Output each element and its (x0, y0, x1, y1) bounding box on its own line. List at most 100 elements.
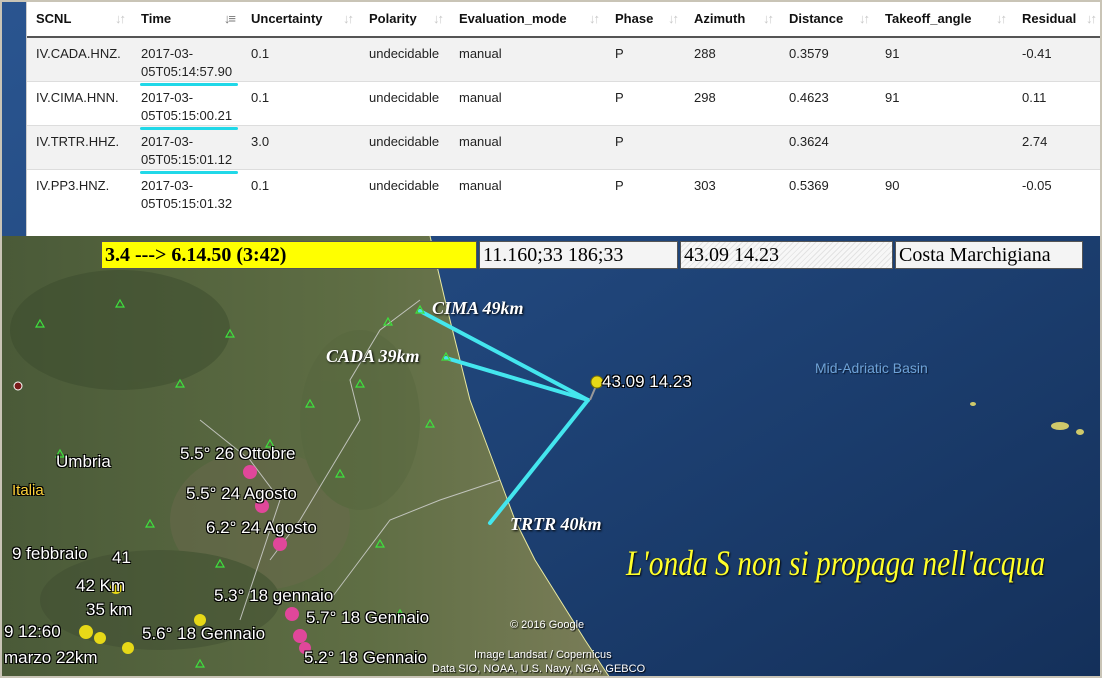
cell-polarity: undecidable (360, 36, 450, 82)
column-header-distance[interactable]: Distance ↓↑ (780, 0, 876, 38)
highlight-underline (140, 171, 239, 174)
table-header-row: SCNL ↓↑ Time ↓≡ Uncertainty ↓↑ Polarity ↓↑ E… (27, 0, 1102, 38)
table-row[interactable]: IV.TRTR.HHZ. 2017-03- 05T05:15:01.12 3.0 … (27, 125, 1102, 174)
cell-uncertainty: 0.1 (242, 36, 360, 82)
column-header-label: Distance (789, 10, 844, 26)
cell-uncertainty: 0.1 (242, 169, 360, 214)
cell-time: 2017-03- 05T05:15:01.12 (132, 125, 242, 174)
time-date: 2017-03- (141, 90, 194, 105)
highlight-underline (140, 83, 239, 86)
column-header-label: Takeoff_angle (885, 10, 972, 26)
sort-icon[interactable]: ↓↑ (589, 11, 600, 26)
column-header-phase[interactable]: Phase ↓↑ (606, 0, 685, 38)
quake-label: 6.2° 24 Agosto (206, 518, 317, 537)
column-header-azimuth[interactable]: Azimuth ↓↑ (685, 0, 780, 38)
cell-distance: 0.4623 (780, 81, 876, 126)
cell-azimuth: 298 (685, 81, 780, 126)
column-header-time[interactable]: Time ↓≡ (132, 0, 242, 38)
quake-label: 5.3° 18 gennaio (214, 586, 334, 605)
town-marker (13, 381, 23, 391)
column-header-label: Azimuth (694, 10, 746, 26)
cell-phase: P (606, 169, 685, 214)
sort-icon[interactable]: ↓↑ (763, 11, 774, 26)
column-header-residual[interactable]: Residual ↓↑ (1013, 0, 1102, 38)
sort-icon[interactable]: ↓↑ (859, 11, 870, 26)
quake-label: 5.5° 26 Ottobre (180, 444, 296, 463)
table-row[interactable]: IV.PP3.HNZ. 2017-03- 05T05:15:01.32 0.1 u… (27, 169, 1102, 214)
credit-google: © 2016 Google (510, 619, 585, 631)
cell-scnl: IV.CIMA.HNN. (27, 81, 132, 126)
station-label-trtr: TRTR 40km (510, 514, 602, 534)
cell-distance: 0.3624 (780, 125, 876, 170)
time-clock: 05T05:15:00.21 (141, 108, 233, 123)
column-header-polarity[interactable]: Polarity ↓↑ (360, 0, 450, 38)
quake-label: 5.2° 18 Gennaio (304, 648, 428, 667)
credit-image: Image Landsat / Copernicus (474, 649, 612, 661)
epicenter-label: 43.09 14.23 (602, 372, 692, 391)
infobar-mechanism: 11.160;33 186;33 (479, 241, 678, 269)
left-label: 9 12:60 (4, 622, 61, 641)
time-date: 2017-03- (141, 46, 194, 61)
cell-uncertainty: 3.0 (242, 125, 360, 170)
place-label-umbria: Umbria (56, 452, 111, 471)
place-label-basin: Mid-Adriatic Basin (815, 360, 928, 376)
sort-icon[interactable]: ↓↑ (115, 11, 126, 26)
cell-phase: P (606, 125, 685, 170)
quake-label: 5.5° 24 Agosto (186, 484, 297, 503)
column-header-label: Phase (615, 10, 654, 26)
cell-evaluation-mode: manual (450, 169, 606, 214)
cell-polarity: undecidable (360, 169, 450, 214)
sort-icon[interactable]: ↓↑ (343, 11, 354, 26)
cell-takeoff-angle: 91 (876, 36, 1013, 82)
left-label: marzo 22km (4, 648, 98, 667)
cell-scnl: IV.TRTR.HHZ. (27, 125, 132, 170)
column-header-evaluation-mode[interactable]: Evaluation_mode ↓↑ (450, 0, 606, 38)
cell-evaluation-mode: manual (450, 36, 606, 82)
cell-residual: 0.11 (1013, 81, 1102, 126)
cell-evaluation-mode: manual (450, 81, 606, 126)
sort-icon[interactable]: ↓↑ (1086, 11, 1097, 26)
column-header-scnl[interactable]: SCNL ↓↑ (27, 0, 132, 38)
sort-icon[interactable]: ↓↑ (433, 11, 444, 26)
time-date: 2017-03- (141, 134, 194, 149)
column-header-label: Uncertainty (251, 10, 323, 26)
sort-ascending-icon[interactable]: ↓≡ (224, 11, 236, 26)
cell-azimuth: 288 (685, 36, 780, 82)
column-header-label: Evaluation_mode (459, 10, 567, 26)
cell-takeoff-angle: 91 (876, 81, 1013, 126)
cell-distance: 0.3579 (780, 36, 876, 82)
cell-residual: -0.05 (1013, 169, 1102, 214)
cell-distance: 0.5369 (780, 169, 876, 214)
column-header-uncertainty[interactable]: Uncertainty ↓↑ (242, 0, 360, 38)
column-header-label: Residual (1022, 10, 1077, 26)
column-header-takeoff-angle[interactable]: Takeoff_angle ↓↑ (876, 0, 1013, 38)
column-header-label: Polarity (369, 10, 417, 26)
sort-icon[interactable]: ↓↑ (668, 11, 679, 26)
sort-icon[interactable]: ↓↑ (996, 11, 1007, 26)
credit-data: Data SIO, NOAA, U.S. Navy, NGA, GEBCO (432, 663, 646, 675)
cell-residual: -0.41 (1013, 36, 1102, 82)
pink-pin (293, 629, 307, 643)
cell-polarity: undecidable (360, 125, 450, 170)
cell-polarity: undecidable (360, 81, 450, 126)
pink-pin (273, 537, 287, 551)
infobar-magnitude: 3.4 ---> 6.14.50 (3:42) (101, 241, 477, 269)
infobar-coords: 43.09 14.23 (680, 241, 893, 269)
cell-scnl: IV.CADA.HNZ. (27, 36, 132, 82)
column-header-label: Time (141, 10, 172, 26)
table-row[interactable]: IV.CADA.HNZ. 2017-03- 05T05:14:57.90 0.1 … (27, 36, 1102, 86)
phase-picks-table: SCNL ↓↑ Time ↓≡ Uncertainty ↓↑ Polarity ↓↑ E… (27, 0, 1102, 214)
cell-time: 2017-03- 05T05:15:00.21 (132, 81, 242, 130)
pink-pin (243, 465, 257, 479)
pink-pin (285, 607, 299, 621)
yellow-pin (94, 632, 106, 644)
cell-phase: P (606, 36, 685, 82)
table-row[interactable]: IV.CIMA.HNN. 2017-03- 05T05:15:00.21 0.1 … (27, 81, 1102, 130)
cell-uncertainty: 0.1 (242, 81, 360, 126)
time-clock: 05T05:14:57.90 (141, 64, 233, 79)
infobar-region: Costa Marchigiana (895, 241, 1083, 269)
caption-s-wave: L'onda S non si propaga nell'acqua (626, 543, 1046, 583)
station-label-cada: CADA 39km (326, 346, 420, 366)
quake-label: 5.6° 18 Gennaio (142, 624, 266, 643)
cell-evaluation-mode: manual (450, 125, 606, 170)
